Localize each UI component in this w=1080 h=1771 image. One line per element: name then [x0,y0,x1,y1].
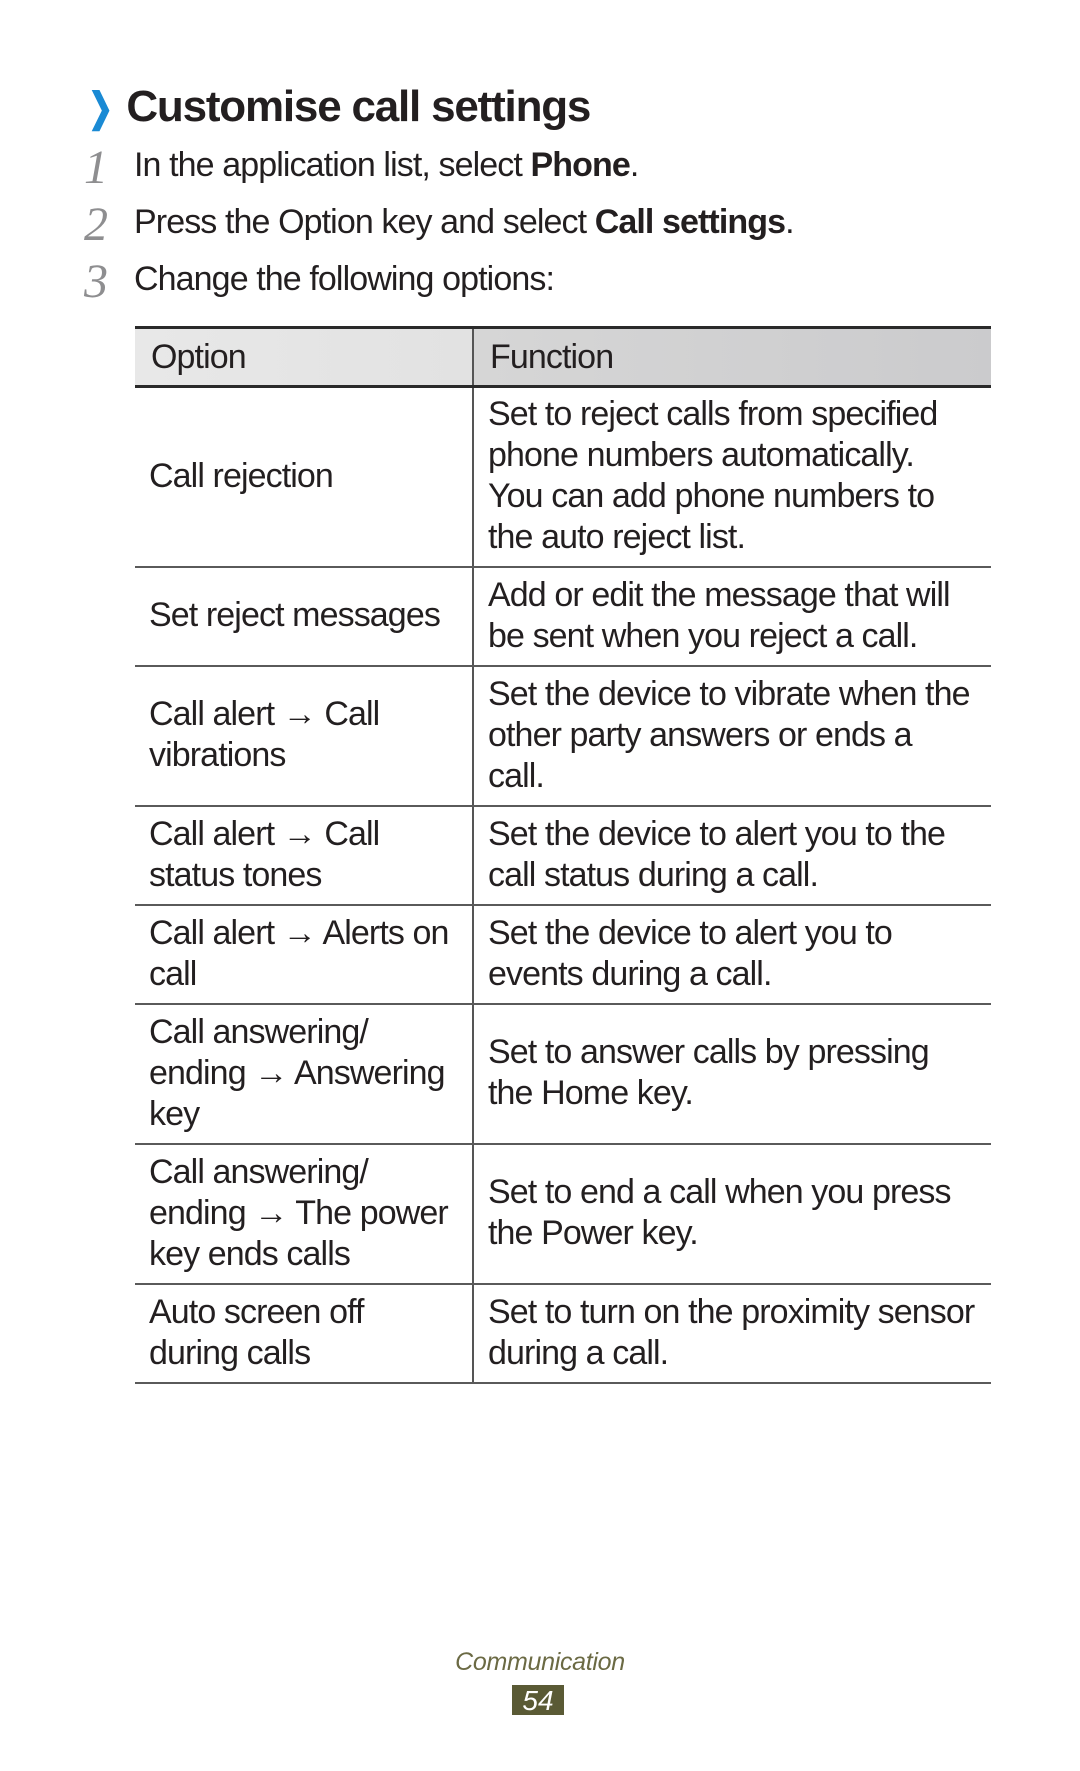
function-cell: Set the device to alert you to the call … [473,806,991,906]
function-cell: Set to reject calls from specified phone… [473,386,991,568]
table-row: Call answering/ ending → The power key e… [135,1144,991,1285]
step-bold-term: Call settings [594,203,786,241]
section-title-text: Customise call settings [126,82,591,131]
table-row: Call alert → Alerts on call Set the devi… [135,905,991,1005]
option-cell: Call alert → Call status tones [135,806,474,906]
option-cell: Call alert → Call vibrations [135,666,474,807]
step-number: 1 [84,141,108,194]
step-text: In the application list, select Phone. [134,146,639,184]
step-text: Press the Option key and select Call set… [134,203,795,241]
function-cell: Set to answer calls by pressing the Home… [473,1004,991,1145]
option-cell: Auto screen off during calls [135,1284,474,1384]
table-header-row: Option Function [135,326,991,388]
table-row: Call alert → Call vibrations Set the dev… [135,666,991,807]
option-cell: Call rejection [135,386,474,568]
header-function: Function [473,326,991,388]
step-number: 2 [84,198,108,251]
table-row: Set reject messages Add or edit the mess… [135,567,991,667]
table-row: Call alert → Call status tones Set the d… [135,806,991,906]
function-cell: Set to end a call when you press the Pow… [473,1144,991,1285]
table-row: Call answering/ ending → Answering key S… [135,1004,991,1145]
header-option: Option [135,326,474,388]
function-cell: Add or edit the message that will be sen… [473,567,991,667]
option-cell: Call answering/ ending → Answering key [135,1004,474,1145]
option-cell: Set reject messages [135,567,474,667]
function-cell: Set the device to alert you to events du… [473,905,991,1005]
step-number: 3 [84,255,108,308]
page-number-badge: 54 [512,1685,564,1716]
chevron-right-icon: ❯ [88,86,113,130]
function-cell: Set the device to vibrate when the other… [473,666,991,807]
section-title: ❯ Customise call settings [84,82,591,132]
option-cell: Call alert → Alerts on call [135,905,474,1005]
table-row: Auto screen off during calls Set to turn… [135,1284,991,1384]
table-row: Call rejection Set to reject calls from … [135,386,991,568]
chapter-label: Communication [455,1648,625,1676]
step-bold-term: Phone [530,146,630,184]
option-cell: Call answering/ ending → The power key e… [135,1144,474,1285]
step-text: Change the following options: [134,260,555,298]
function-cell: Set to turn on the proximity sensor duri… [473,1284,991,1384]
options-table: Option Function Call rejection Set to re… [135,326,991,1384]
